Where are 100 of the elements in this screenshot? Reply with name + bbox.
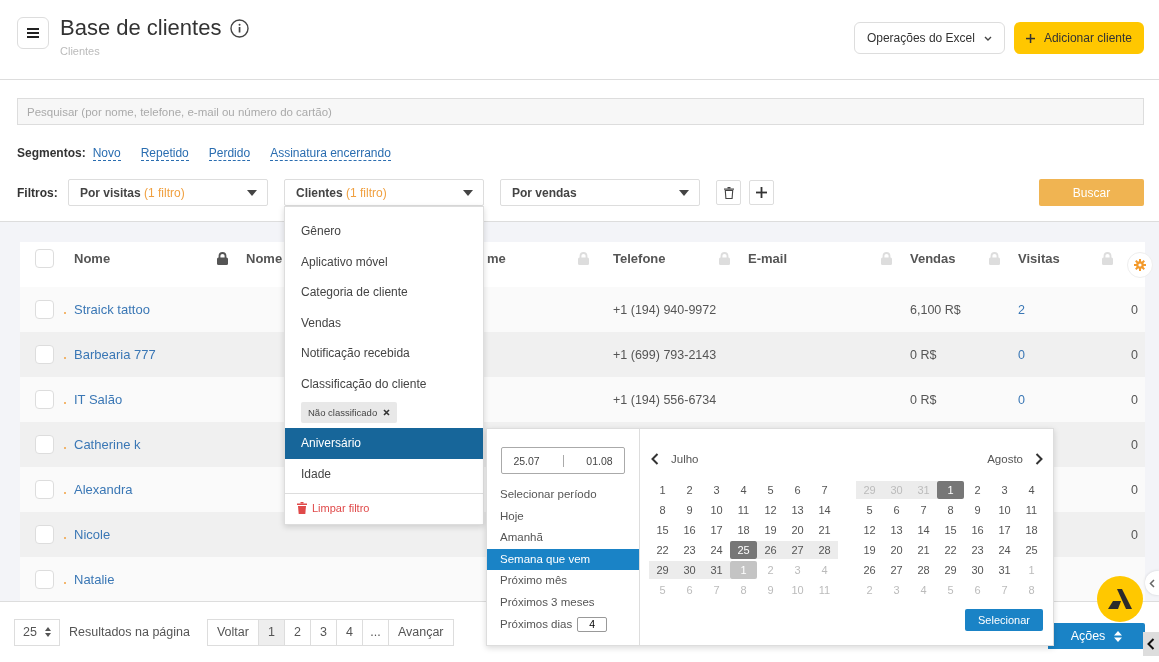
calendar-day[interactable]: 23 [676, 541, 703, 559]
calendar-day[interactable]: 6 [784, 481, 811, 499]
calendar-day[interactable]: 6 [883, 501, 910, 519]
add-client-button[interactable]: Adicionar cliente [1013, 22, 1144, 54]
calendar-day[interactable]: 5 [856, 501, 883, 519]
select-button[interactable]: Selecionar [965, 609, 1043, 631]
calendar-day[interactable]: 23 [964, 541, 991, 559]
row-checkbox[interactable] [35, 390, 54, 409]
calendar-day[interactable]: 20 [784, 521, 811, 539]
row-checkbox[interactable] [35, 300, 54, 319]
calendar-day[interactable]: 10 [703, 501, 730, 519]
column-header[interactable]: Vendas [910, 250, 956, 266]
calendar-day[interactable]: 18 [1018, 521, 1045, 539]
row-checkbox[interactable] [35, 435, 54, 454]
calendar-day[interactable]: 31 [703, 561, 730, 579]
calendar-day[interactable]: 8 [937, 501, 964, 519]
select-all-checkbox[interactable] [35, 248, 54, 268]
calendar-day[interactable]: 4 [730, 481, 757, 499]
help-widget-button[interactable] [1097, 576, 1143, 622]
filter-option[interactable]: Classificação do cliente [285, 368, 483, 399]
page-button[interactable]: 4 [335, 618, 363, 646]
chevron-right-icon[interactable] [1035, 453, 1043, 465]
calendar-day[interactable]: 4 [1018, 481, 1045, 499]
date-preset[interactable]: Hoje [487, 505, 639, 527]
page-button[interactable]: 2 [283, 618, 311, 646]
calendar-day[interactable]: 25 [730, 541, 757, 559]
calendar-day[interactable]: 12 [757, 501, 784, 519]
calendar-day[interactable]: 22 [649, 541, 676, 559]
info-icon[interactable] [230, 18, 250, 38]
filter-select[interactable]: Clientes (1 filtro) [284, 179, 484, 206]
date-preset[interactable]: Próximo mês [487, 570, 639, 592]
delete-button[interactable] [716, 180, 741, 205]
column-header[interactable]: Visitas [1018, 250, 1060, 266]
calendar-day[interactable]: 13 [784, 501, 811, 519]
filter-select[interactable]: Por visitas (1 filtro) [68, 179, 268, 206]
row-checkbox[interactable] [35, 345, 54, 364]
row-checkbox[interactable] [35, 570, 54, 589]
filter-option[interactable]: Idade [285, 458, 483, 489]
add-filter-button[interactable] [749, 180, 774, 205]
calendar-day[interactable]: 13 [883, 521, 910, 539]
calendar-day[interactable]: 14 [910, 521, 937, 539]
calendar-day[interactable]: 1 [937, 481, 964, 499]
client-name-link[interactable]: Natalie [74, 572, 115, 587]
calendar-day[interactable]: 30 [964, 561, 991, 579]
calendar-day[interactable]: 9 [676, 501, 703, 519]
calendar-day[interactable]: 3 [703, 481, 730, 499]
days-field[interactable]: 4 [577, 616, 608, 632]
next-page-button[interactable]: Avançar [387, 618, 454, 646]
calendar-day[interactable]: 24 [991, 541, 1018, 559]
calendar-day[interactable]: 26 [757, 541, 784, 559]
segment-link[interactable]: Assinatura encerrando [270, 145, 391, 161]
collapse-tab[interactable] [1143, 632, 1159, 656]
client-name-link[interactable]: Alexandra [74, 482, 133, 497]
search-field[interactable]: Pesquisar (por nome, telefone, e-mail ou número do cartão) [17, 98, 1144, 125]
calendar-day[interactable]: 29 [649, 561, 676, 579]
calendar-day[interactable]: 22 [937, 541, 964, 559]
calendar-day[interactable]: 31 [991, 561, 1018, 579]
column-header[interactable]: me [487, 250, 506, 266]
calendar-day[interactable]: 29 [937, 561, 964, 579]
filter-select[interactable]: Por vendas [500, 179, 700, 206]
row-checkbox[interactable] [35, 525, 54, 544]
calendar-day[interactable]: 18 [730, 521, 757, 539]
calendar-day[interactable]: 3 [991, 481, 1018, 499]
calendar-day[interactable]: 28 [811, 541, 838, 559]
client-name-link[interactable]: Catherine k [74, 437, 141, 452]
segment-link[interactable]: Perdido [208, 145, 251, 161]
calendar-day[interactable]: 19 [757, 521, 784, 539]
clear-filter-button[interactable]: Limpar filtro [285, 494, 382, 522]
calendar-day[interactable]: 17 [991, 521, 1018, 539]
calendar-day[interactable]: 27 [883, 561, 910, 579]
client-name-link[interactable]: IT Salão [74, 392, 123, 407]
calendar-day[interactable]: 12 [856, 521, 883, 539]
segment-link[interactable]: Repetido [140, 145, 189, 161]
calendar-day[interactable]: 21 [811, 521, 838, 539]
calendar-day[interactable]: 1 [649, 481, 676, 499]
calendar-day[interactable]: 9 [964, 501, 991, 519]
calendar-day[interactable]: 7 [910, 501, 937, 519]
calendar-day[interactable]: 25 [1018, 541, 1045, 559]
calendar-day[interactable]: 2 [964, 481, 991, 499]
calendar-day[interactable]: 16 [676, 521, 703, 539]
calendar-day[interactable]: 30 [676, 561, 703, 579]
calendar-day[interactable]: 7 [811, 481, 838, 499]
menu-button[interactable] [17, 17, 49, 49]
filter-option[interactable]: Aplicativo móvel [285, 246, 483, 277]
calendar-day[interactable]: 27 [784, 541, 811, 559]
calendar-day[interactable]: 8 [649, 501, 676, 519]
calendar-day[interactable]: 19 [856, 541, 883, 559]
lock-icon[interactable] [217, 251, 228, 265]
date-preset[interactable]: Amanhã [487, 527, 639, 549]
filter-option[interactable]: Vendas [285, 307, 483, 338]
client-name-link[interactable]: Barbearia 777 [74, 347, 156, 362]
date-preset[interactable]: Selecionar período [487, 484, 639, 506]
per-page-select[interactable]: 25 [14, 618, 60, 646]
calendar-day[interactable]: 17 [703, 521, 730, 539]
calendar-day[interactable]: 10 [991, 501, 1018, 519]
column-header[interactable]: Nome [246, 250, 283, 266]
date-range-field[interactable]: 25.07 01.08 [501, 447, 625, 474]
client-name-link[interactable]: Nicole [74, 527, 111, 542]
calendar-day[interactable]: 16 [964, 521, 991, 539]
settings-button[interactable] [1127, 252, 1153, 278]
